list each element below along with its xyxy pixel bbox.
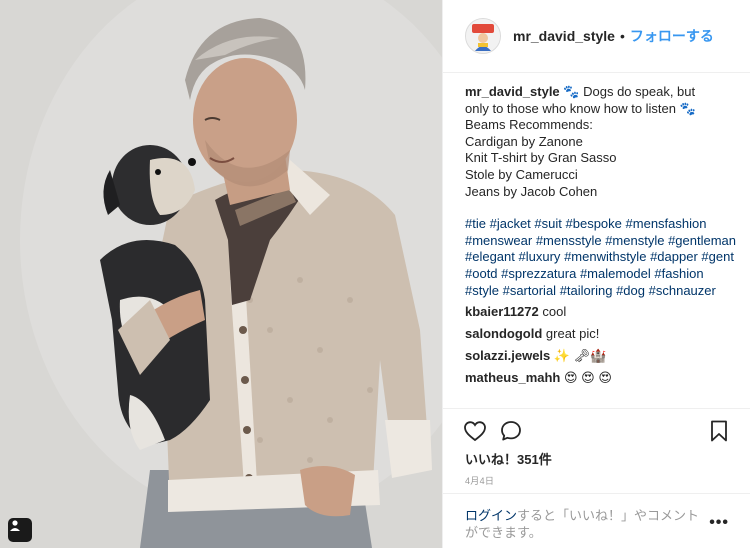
login-prompt: ログインすると「いいね！」やコメント ができます。: [443, 493, 750, 548]
comment-username[interactable]: kbaier11272: [465, 304, 539, 319]
caption-line-2: only to those who know how to listen 🐾: [465, 101, 737, 118]
hashtag-link[interactable]: #jacket: [490, 216, 531, 231]
hashtag-link[interactable]: #elegant: [465, 249, 515, 264]
post-details-panel: mr_david_style • フォローする mr_david_style 🐾…: [442, 0, 750, 548]
paw-emoji-2: 🐾: [679, 100, 696, 116]
comment-text: 😍 😍 😍: [564, 370, 612, 386]
user-tag-icon[interactable]: [8, 518, 32, 542]
avatar[interactable]: [465, 18, 501, 54]
comment-text: great pic!: [545, 326, 600, 342]
comment-username[interactable]: matheus_mahh: [465, 370, 560, 385]
user-tag-glyph: [10, 520, 20, 531]
caption-text-1: Dogs do speak, but: [583, 84, 696, 99]
caption-text-2: only to those who know how to listen: [465, 100, 677, 116]
comment-text: cool: [542, 304, 567, 320]
comment-item: solazzi.jewels ✨ 🗝🏰: [465, 347, 737, 364]
comment-item: kbaier11272 cool: [465, 303, 737, 320]
caption-line-1: mr_david_style 🐾 Dogs do speak, but: [465, 84, 737, 101]
post-photo[interactable]: [0, 0, 442, 548]
caption-username[interactable]: mr_david_style: [465, 84, 560, 99]
hashtag-link[interactable]: #menwithstyle: [564, 249, 646, 264]
header-username[interactable]: mr_david_style: [513, 28, 615, 44]
hashtag-link[interactable]: #dapper: [650, 249, 698, 264]
comment-text: ✨ 🗝🏰: [553, 348, 607, 364]
caption-line-3: Beams Recommends:: [465, 117, 593, 133]
hashtag-link[interactable]: #tie: [465, 216, 486, 231]
hashtag-link[interactable]: #sprezzatura: [501, 266, 576, 281]
caption-line-4: Cardigan by Zanone: [465, 133, 583, 149]
hashtag-link[interactable]: #menstyle: [605, 233, 664, 248]
heart-outline-icon[interactable]: [463, 419, 489, 445]
hashtag-link[interactable]: #mensfashion: [626, 216, 707, 231]
hashtag-link[interactable]: #bespoke: [566, 216, 622, 231]
hashtag-link[interactable]: #ootd: [465, 266, 498, 281]
comment-username[interactable]: salondogold: [465, 326, 542, 341]
likes-count[interactable]: いいね！351件: [465, 449, 552, 468]
speech-bubble-icon[interactable]: [499, 419, 525, 445]
hashtag-link[interactable]: #suit: [534, 216, 561, 231]
hashtag-link[interactable]: #dog: [616, 283, 645, 298]
comment-list: kbaier11272 cool salondogold great pic! so…: [465, 303, 737, 386]
login-prompt-text-2: ができます。: [465, 525, 542, 540]
login-link[interactable]: ログイン: [465, 508, 517, 523]
hashtag-link[interactable]: #malemodel: [580, 266, 651, 281]
hashtag-link[interactable]: #schnauzer: [649, 283, 716, 298]
hashtag-link[interactable]: #tailoring: [560, 283, 613, 298]
hashtag-link[interactable]: #sartorial: [503, 283, 556, 298]
avatar-image: [466, 19, 500, 53]
header-separator: •: [619, 28, 625, 44]
paw-emoji-1: 🐾: [563, 84, 580, 99]
hashtag-link[interactable]: #gentleman: [668, 233, 736, 248]
hashtag-link[interactable]: #gent: [701, 249, 734, 264]
hashtag-link[interactable]: #fashion: [654, 266, 703, 281]
hashtag-link[interactable]: #mensstyle: [536, 233, 602, 248]
comment-username[interactable]: solazzi.jewels: [465, 348, 550, 363]
follow-button[interactable]: フォローする: [630, 26, 714, 46]
more-options-icon[interactable]: •••: [709, 514, 729, 532]
bookmark-icon[interactable]: [707, 419, 733, 445]
hashtag-link[interactable]: #menswear: [465, 233, 532, 248]
caption-line-7: Jeans by Jacob Cohen: [465, 183, 598, 199]
post-date[interactable]: 4月4日: [465, 474, 494, 487]
photo-illustration: [0, 0, 442, 548]
hashtag-link[interactable]: #style: [465, 283, 499, 298]
post-actions: いいね！351件 4月4日 ログインすると「いいね！」やコメント ができます。 …: [443, 408, 750, 548]
action-bar: [463, 419, 733, 445]
comments-section: mr_david_style 🐾 Dogs do speak, but only…: [465, 84, 737, 386]
comment-item: salondogold great pic!: [465, 325, 737, 342]
login-prompt-text: すると「いいね！」やコメント: [517, 508, 700, 523]
caption-line-5: Knit T-shirt by Gran Sasso: [465, 150, 617, 166]
caption: mr_david_style 🐾 Dogs do speak, but only…: [465, 84, 737, 200]
comment-item: matheus_mahh 😍 😍 😍: [465, 369, 737, 386]
post-header: mr_david_style • フォローする: [443, 0, 750, 73]
hashtag-list: #tie #jacket #suit #bespoke #mensfashion…: [465, 216, 737, 299]
hashtag-link[interactable]: #luxury: [519, 249, 561, 264]
caption-line-6: Stole by Camerucci: [465, 166, 578, 182]
